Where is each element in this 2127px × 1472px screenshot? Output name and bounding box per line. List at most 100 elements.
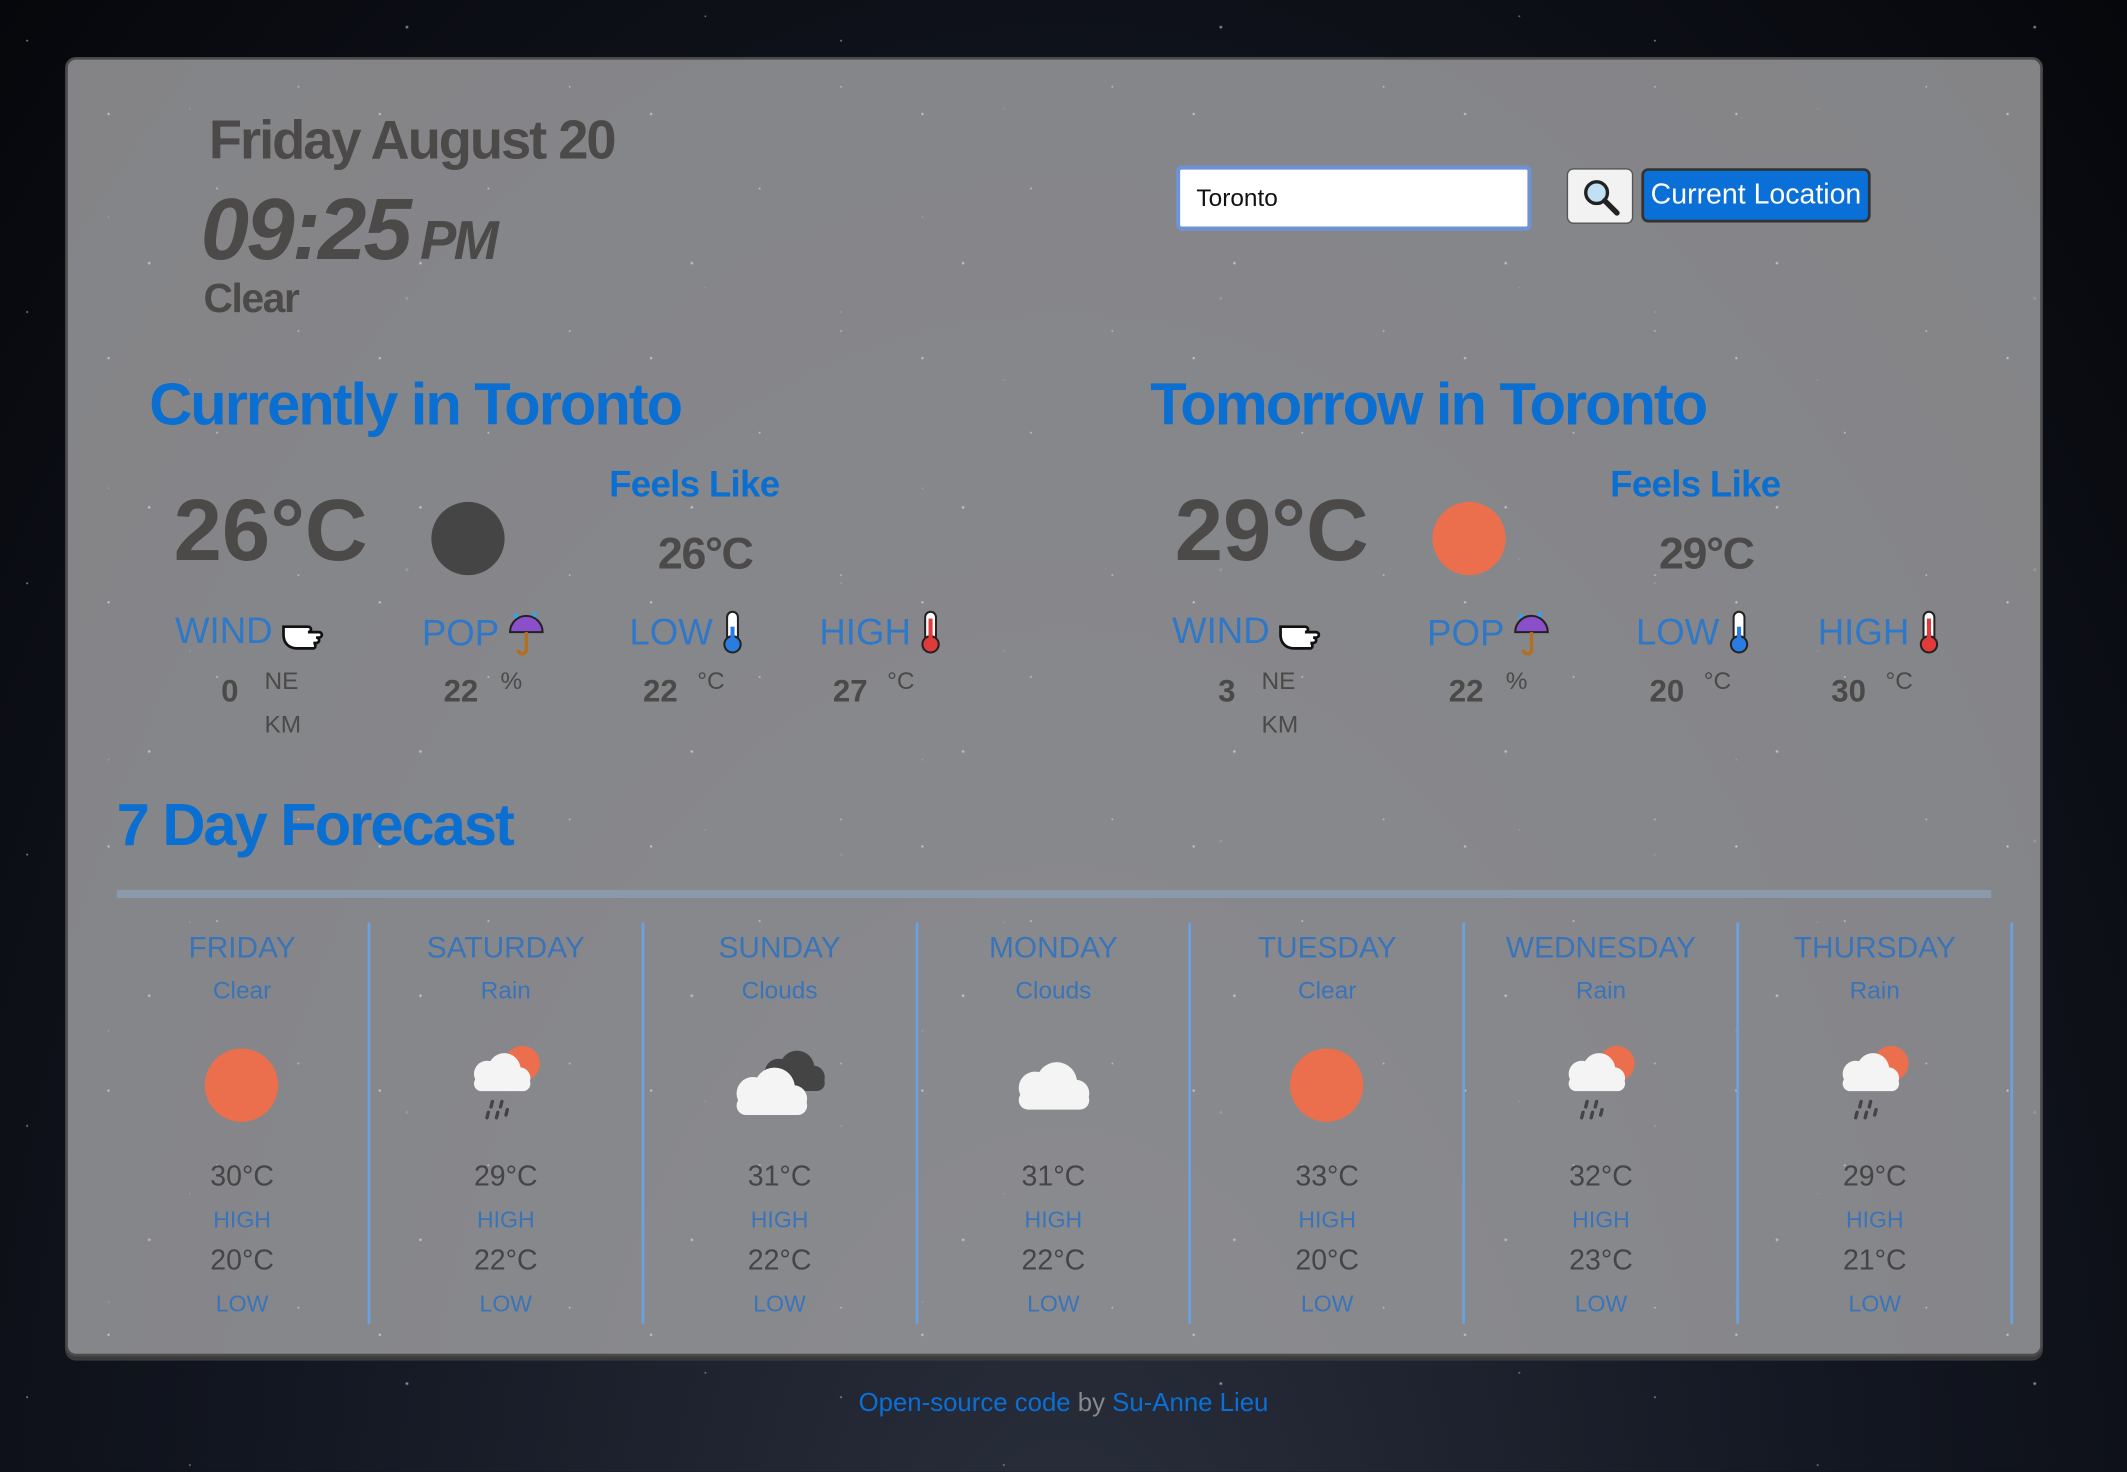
- tomorrow-pop-value: 22: [1448, 672, 1484, 709]
- high-label-text: HIGH: [1817, 611, 1910, 652]
- forecast-high-label: HIGH: [1572, 1207, 1630, 1234]
- low-label-text: LOW: [629, 611, 713, 652]
- current-feels-label: Feels Like: [609, 463, 780, 505]
- umbrella-rain-icon: [1514, 612, 1549, 656]
- current-location-button[interactable]: Current Location: [1641, 168, 1871, 223]
- forecast-day-saturday: SATURDAY Rain 29°C HIGH 22°C LOW: [370, 922, 645, 1324]
- forecast-high: 31°C: [747, 1161, 812, 1193]
- tomorrow-low-unit: °C: [1703, 667, 1732, 695]
- clouds-icon: [736, 1050, 825, 1116]
- current-low-value: 22: [642, 672, 678, 709]
- footer-by: by: [1070, 1389, 1113, 1418]
- cloud-icon: [1018, 1062, 1089, 1110]
- wind-hand-icon: [1279, 624, 1321, 650]
- forecast-condition: Clouds: [741, 976, 818, 1004]
- forecast-title: 7 Day Forecast: [116, 792, 515, 859]
- pop-label-text: POP: [421, 612, 500, 654]
- wind-label-text: WIND: [174, 610, 273, 652]
- tomorrow-wind-unit: NE: [1261, 667, 1296, 695]
- forecast-condition: Rain: [1575, 976, 1627, 1004]
- forecast-icon: [1547, 1042, 1656, 1129]
- forecast-day-tuesday: TUESDAY Clear 33°C HIGH 20°C LOW: [1192, 922, 1466, 1324]
- forecast-condition: Clouds: [1015, 976, 1092, 1004]
- footer: Open-source code by Su-Anne Lieu: [0, 1389, 2127, 1419]
- author-link[interactable]: Su-Anne Lieu: [1112, 1389, 1268, 1417]
- forecast-icon: [725, 1042, 834, 1129]
- forecast-low: 20°C: [210, 1245, 274, 1277]
- tomorrow-high-label: HIGH: [1817, 610, 1939, 654]
- rain-icon: [1842, 1045, 1909, 1120]
- forecast-low-label: LOW: [1574, 1291, 1628, 1318]
- forecast-day-name: SUNDAY: [718, 930, 841, 965]
- current-high-unit: °C: [887, 667, 915, 695]
- forecast-high-label: HIGH: [213, 1207, 271, 1234]
- tomorrow-wind-value: 3: [1218, 672, 1236, 709]
- forecast-icon: [188, 1042, 297, 1129]
- forecast-condition: Rain: [1849, 976, 1900, 1004]
- current-high-label: HIGH: [819, 610, 940, 654]
- moon-icon: [431, 501, 505, 576]
- forecast-low: 20°C: [1295, 1245, 1360, 1277]
- current-wind-unit: KM: [264, 710, 302, 738]
- tomorrow-high-unit: °C: [1885, 667, 1913, 695]
- weather-card: Friday August 20 09:25PM Clear Current L…: [65, 56, 2043, 1357]
- current-date: Friday August 20: [208, 111, 617, 171]
- forecast-day-name: THURSDAY: [1793, 930, 1956, 965]
- current-high-value: 27: [832, 672, 868, 709]
- forecast-high: 32°C: [1569, 1161, 1633, 1193]
- tomorrow-low-label: LOW: [1635, 610, 1749, 654]
- tomorrow-feels-value: 29°C: [1658, 527, 1755, 578]
- forecast-low-label: LOW: [1848, 1291, 1902, 1318]
- current-pop-label: POP: [422, 610, 545, 656]
- tomorrow-low-value: 20: [1649, 672, 1685, 709]
- current-title: Currently in Toronto: [149, 371, 683, 439]
- sun-icon: [1290, 1048, 1364, 1122]
- forecast-condition: Rain: [480, 976, 531, 1004]
- forecast-low: 22°C: [473, 1245, 538, 1277]
- forecast-low-label: LOW: [215, 1291, 269, 1318]
- tomorrow-high-value: 30: [1831, 672, 1866, 709]
- tomorrow-wind-label: WIND: [1172, 610, 1324, 652]
- current-low-unit: °C: [697, 667, 725, 695]
- tomorrow-feels-label: Feels Like: [1610, 463, 1781, 505]
- forecast-day-name: TUESDAY: [1257, 930, 1397, 965]
- forecast-day-friday: FRIDAY Clear 30°C HIGH 20°C LOW: [117, 922, 371, 1324]
- current-wind-unit: NE: [264, 667, 299, 695]
- forecast-high-label: HIGH: [476, 1207, 535, 1234]
- source-code-link[interactable]: Open-source code: [859, 1389, 1071, 1417]
- forecast-low-label: LOW: [1300, 1291, 1354, 1318]
- thermometer-cold-icon: [722, 610, 742, 654]
- forecast-high: 33°C: [1295, 1161, 1360, 1193]
- forecast-icon: [999, 1042, 1108, 1129]
- page-background: Friday August 20 09:25PM Clear Current L…: [0, 0, 2127, 1472]
- thermometer-hot-icon: [920, 610, 940, 654]
- forecast-high-label: HIGH: [1298, 1207, 1357, 1234]
- umbrella-rain-icon: [509, 612, 544, 656]
- current-time: 09:25 PM: [201, 179, 499, 279]
- search-icon: [1583, 179, 1619, 216]
- forecast-day-name: WEDNESDAY: [1505, 930, 1697, 965]
- search-button[interactable]: [1566, 168, 1634, 224]
- sun-icon: [205, 1048, 279, 1122]
- low-label-text: LOW: [1635, 611, 1720, 652]
- forecast-low: 23°C: [1569, 1245, 1633, 1277]
- forecast-high: 30°C: [210, 1161, 274, 1193]
- forecast-icon: [1273, 1042, 1382, 1129]
- city-search-input[interactable]: [1176, 165, 1532, 231]
- current-temp: 26°C: [173, 481, 368, 580]
- forecast-low: 22°C: [1021, 1245, 1086, 1277]
- tomorrow-pop-unit: %: [1505, 667, 1528, 695]
- current-wind-label: WIND: [175, 610, 327, 652]
- tomorrow-title: Tomorrow in Toronto: [1150, 371, 1708, 439]
- forecast-list: FRIDAY Clear 30°C HIGH 20°C LOW SATURDAY…: [117, 922, 2014, 1324]
- forecast-condition: Clear: [1298, 976, 1357, 1004]
- wind-label-text: WIND: [1172, 610, 1270, 652]
- forecast-high-label: HIGH: [1845, 1207, 1904, 1234]
- forecast-high: 29°C: [473, 1161, 538, 1193]
- sun-icon: [1432, 501, 1506, 576]
- high-label-text: HIGH: [819, 611, 911, 652]
- forecast-high: 29°C: [1842, 1161, 1907, 1193]
- pop-label-text: POP: [1427, 612, 1505, 654]
- forecast-divider: [116, 889, 1992, 899]
- current-pop-value: 22: [443, 672, 479, 709]
